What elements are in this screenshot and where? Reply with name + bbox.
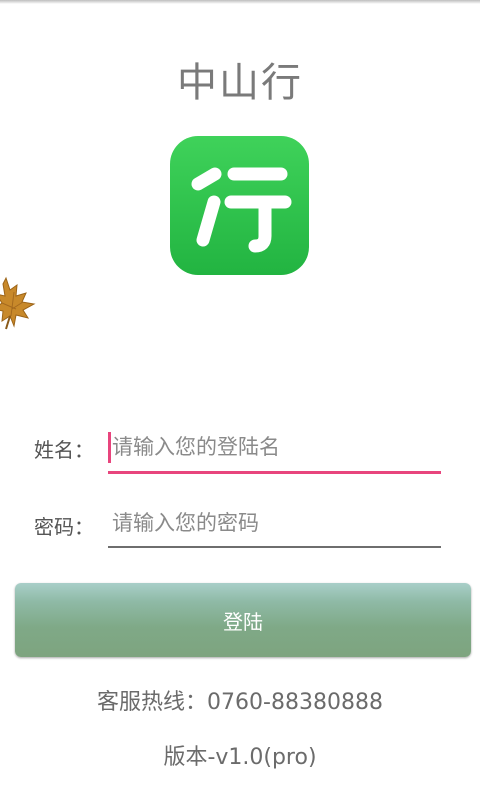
login-button[interactable]: 登陆	[15, 583, 471, 657]
app-title: 中山行	[177, 60, 303, 106]
version-label: 版本-v1.0(pro)	[163, 745, 317, 770]
app-logo-icon	[170, 136, 309, 275]
password-label: 密码：	[34, 515, 94, 539]
top-edge-shadow	[0, 0, 480, 4]
text-cursor	[108, 432, 111, 463]
service-hotline: 客服热线：0760-88380888	[97, 690, 383, 715]
name-input-underline	[108, 471, 441, 474]
password-input[interactable]	[108, 506, 441, 540]
name-input[interactable]	[108, 430, 441, 464]
password-input-underline	[108, 546, 441, 548]
maple-leaf-icon	[0, 276, 38, 330]
name-label: 姓名：	[34, 438, 94, 462]
